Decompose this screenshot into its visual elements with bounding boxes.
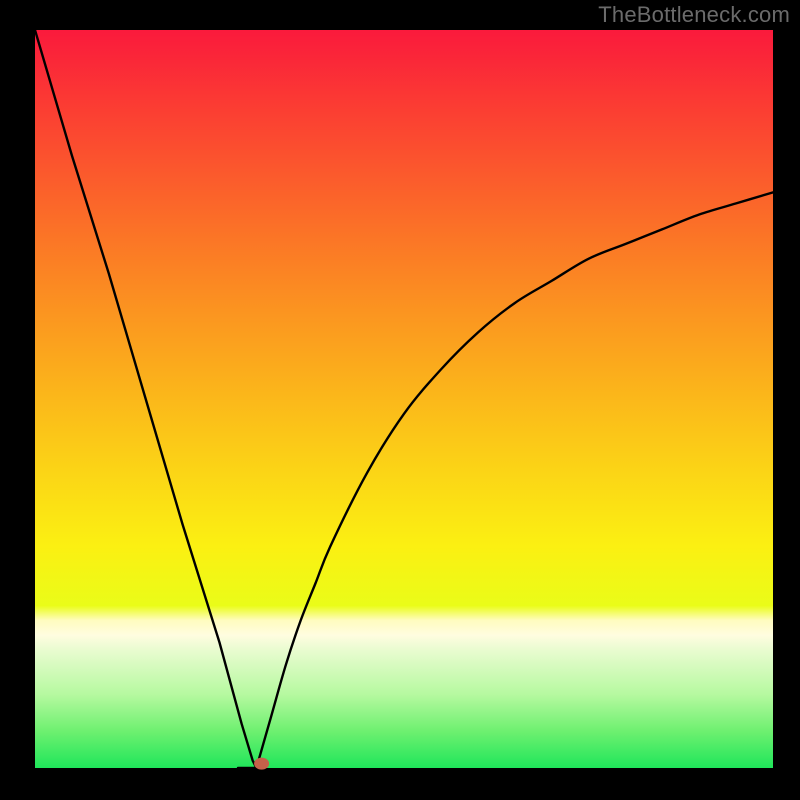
watermark-label: TheBottleneck.com <box>598 2 790 28</box>
chart-stage: TheBottleneck.com <box>0 0 800 800</box>
minimum-marker-icon <box>254 758 269 770</box>
bottleneck-chart <box>0 0 800 800</box>
